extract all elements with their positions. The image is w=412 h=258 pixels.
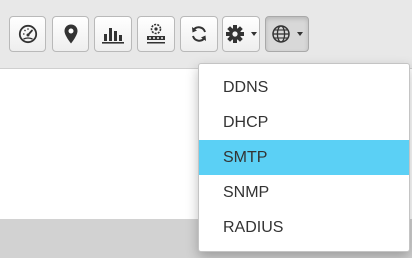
network-hub-icon bbox=[145, 23, 167, 45]
chevron-down-icon bbox=[297, 32, 303, 36]
services-dropdown-menu: DDNS DHCP SMTP SNMP RADIUS bbox=[198, 63, 410, 252]
menu-item-dhcp[interactable]: DHCP bbox=[199, 105, 409, 140]
menu-item-radius[interactable]: RADIUS bbox=[199, 210, 409, 245]
chevron-down-icon bbox=[251, 32, 257, 36]
settings-dropdown-button[interactable] bbox=[222, 16, 260, 52]
gear-icon bbox=[225, 24, 245, 44]
page-background: DDNS DHCP SMTP SNMP RADIUS bbox=[0, 0, 412, 258]
bar-chart-icon bbox=[102, 24, 124, 44]
network-button[interactable] bbox=[137, 16, 175, 52]
statistics-button[interactable] bbox=[94, 16, 132, 52]
menu-item-smtp[interactable]: SMTP bbox=[199, 140, 409, 175]
refresh-button[interactable] bbox=[180, 16, 218, 52]
location-button[interactable] bbox=[52, 16, 89, 52]
services-dropdown-button[interactable] bbox=[265, 16, 309, 52]
dashboard-gauge-icon bbox=[18, 24, 38, 44]
refresh-icon bbox=[189, 24, 209, 44]
dashboard-button[interactable] bbox=[9, 16, 46, 52]
menu-item-ddns[interactable]: DDNS bbox=[199, 70, 409, 105]
globe-icon bbox=[271, 24, 291, 44]
location-pin-icon bbox=[64, 24, 78, 44]
menu-item-snmp[interactable]: SNMP bbox=[199, 175, 409, 210]
